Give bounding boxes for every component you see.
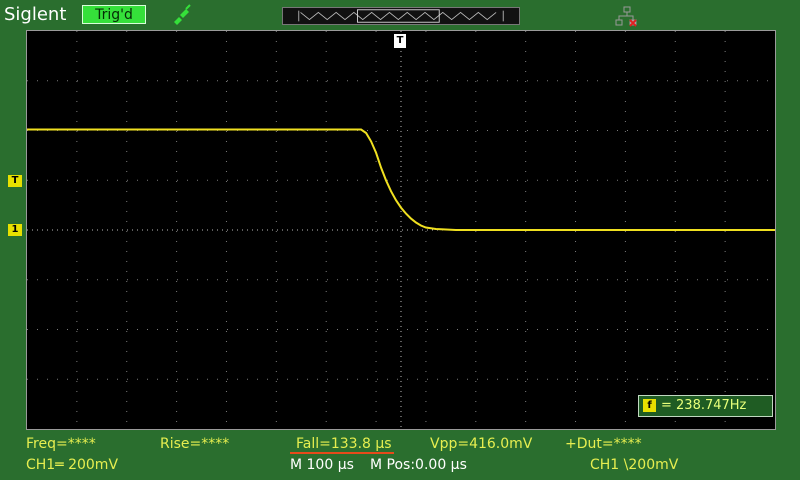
trigger-level-marker[interactable]: T <box>8 175 22 187</box>
probe-icon <box>174 4 191 25</box>
measurement-freq: Freq=**** <box>26 436 96 452</box>
frequency-tag-icon: f <box>643 399 656 412</box>
brand-logo: Siglent <box>4 4 67 25</box>
fall-highlight-underline <box>290 452 394 454</box>
timebase-overview <box>282 7 520 25</box>
measurement-duty: +Dut=**** <box>565 436 642 452</box>
ch1-waveform-trace <box>27 128 775 231</box>
ch1-scale-readout: CH1═ 200mV <box>26 457 119 473</box>
trigger-source-readout: CH1 \200mV <box>590 457 679 473</box>
timebase-readout: M 100 µs <box>290 457 354 473</box>
frequency-readout: f = 238.747Hz <box>638 395 773 417</box>
frequency-value: = 238.747Hz <box>661 398 747 413</box>
network-disconnected-icon <box>615 6 637 27</box>
trigger-position-marker[interactable]: T <box>394 34 406 48</box>
graticule <box>27 31 775 429</box>
measurement-fall: Fall=133.8 µs <box>296 436 392 452</box>
measurement-rise: Rise=**** <box>160 436 230 452</box>
waveform-display <box>26 30 776 430</box>
trigger-status-badge: Trig'd <box>82 5 146 24</box>
channel1-offset-marker[interactable]: 1 <box>8 224 22 236</box>
horizontal-position-readout: M Pos:0.00 µs <box>370 457 467 473</box>
measurement-vpp: Vpp=416.0mV <box>430 436 533 452</box>
